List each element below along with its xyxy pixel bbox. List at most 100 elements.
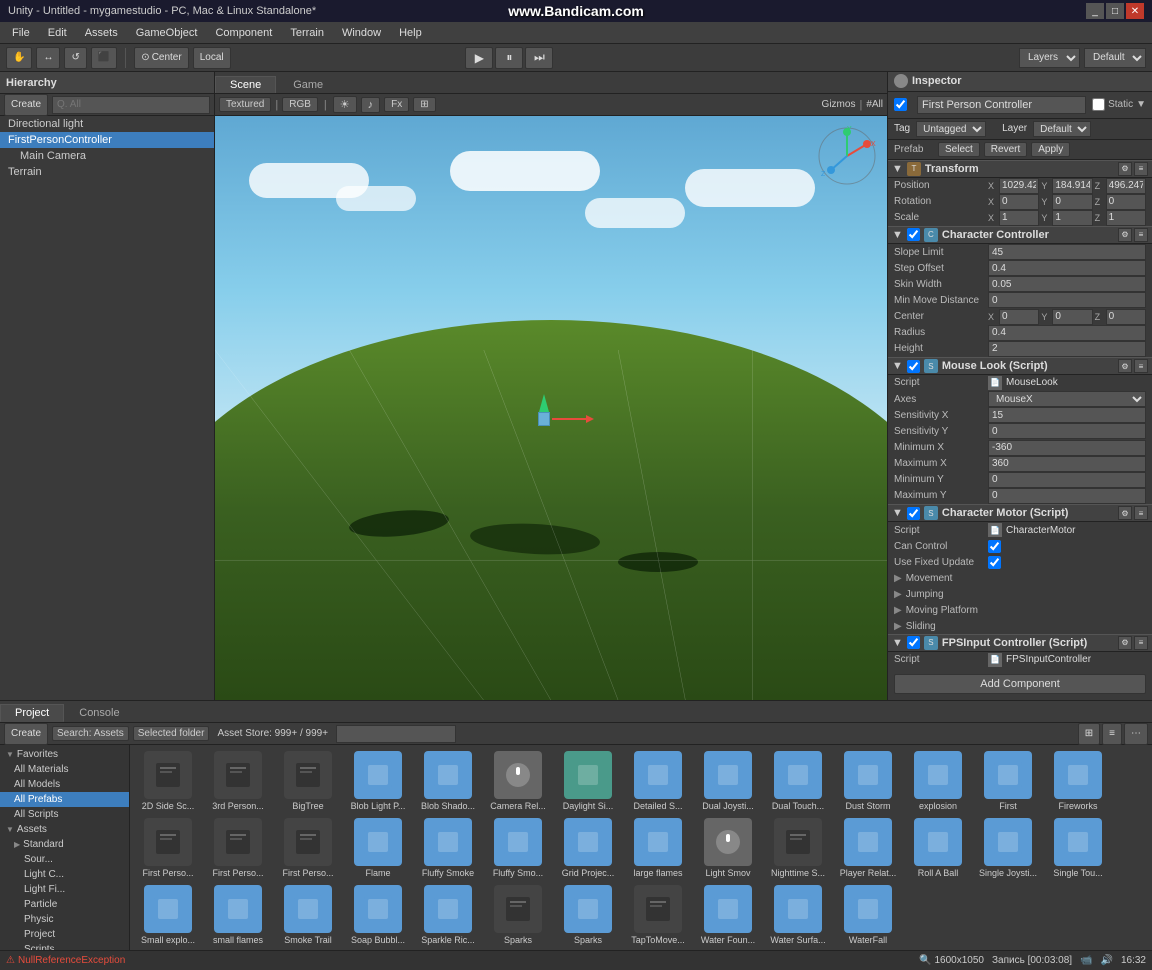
layout-select[interactable]: Default — [1084, 48, 1146, 68]
position-z-input[interactable] — [1106, 178, 1146, 194]
scene-effects-button[interactable]: ☀ — [333, 96, 357, 113]
textured-button[interactable]: Textured — [219, 97, 271, 112]
tab-project[interactable]: Project — [0, 704, 64, 722]
menu-help[interactable]: Help — [391, 25, 430, 41]
asset-item-6[interactable]: Daylight Si... — [554, 749, 622, 814]
char-motor-settings-button[interactable]: ⚙ — [1118, 506, 1132, 520]
menu-assets[interactable]: Assets — [77, 25, 126, 41]
asset-item-37[interactable]: Water Surfa... — [764, 883, 832, 948]
asset-item-2[interactable]: BigTree — [274, 749, 342, 814]
asset-item-8[interactable]: Dual Joysti... — [694, 749, 762, 814]
fps-input-enabled[interactable] — [907, 636, 920, 649]
play-button[interactable]: ▶ — [465, 47, 493, 69]
hierarchy-create-button[interactable]: Create — [4, 94, 48, 116]
sidebar-standard[interactable]: ▶ Standard — [0, 837, 129, 852]
rgb-button[interactable]: RGB — [282, 97, 318, 112]
static-dropdown[interactable]: ▼ — [1136, 99, 1146, 110]
asset-item-30[interactable]: Smoke Trail — [274, 883, 342, 948]
tab-game[interactable]: Game — [278, 76, 338, 93]
moving-platform-row[interactable]: ▶ Moving Platform — [888, 602, 1152, 618]
sidebar-all-scripts[interactable]: All Scripts — [0, 807, 129, 822]
asset-item-0[interactable]: 2D Side Sc... — [134, 749, 202, 814]
asset-item-9[interactable]: Dual Touch... — [764, 749, 832, 814]
sidebar-project[interactable]: Project — [0, 927, 129, 942]
asset-item-22[interactable]: Light Smov — [694, 816, 762, 881]
tag-select[interactable]: Untagged — [916, 121, 986, 137]
project-view-btn-1[interactable]: ⊞ — [1078, 723, 1100, 745]
rotate-tool-button[interactable]: ↺ — [64, 47, 86, 69]
char-controller-menu-button[interactable]: ≡ — [1134, 228, 1148, 242]
asset-item-24[interactable]: Player Relat... — [834, 816, 902, 881]
sidebar-light-c[interactable]: Light C... — [0, 867, 129, 882]
layers-select[interactable]: Layers — [1019, 48, 1080, 68]
height-input[interactable] — [988, 341, 1146, 357]
prefab-select-button[interactable]: Select — [938, 142, 980, 157]
project-create-button[interactable]: Create — [4, 723, 48, 745]
asset-item-18[interactable]: Fluffy Smoke — [414, 816, 482, 881]
hierarchy-item-main-camera[interactable]: Main Camera — [0, 148, 214, 164]
transform-menu-button[interactable]: ≡ — [1134, 162, 1148, 176]
hierarchy-item-fps-controller[interactable]: FirstPersonController — [0, 132, 214, 148]
center-x-input[interactable] — [999, 309, 1039, 325]
scale-tool-button[interactable]: ⬛ — [91, 47, 117, 69]
asset-item-25[interactable]: Roll A Ball — [904, 816, 972, 881]
hierarchy-item-directional-light[interactable]: Directional light — [0, 116, 214, 132]
project-view-btn-2[interactable]: ≡ — [1102, 723, 1122, 745]
asset-item-4[interactable]: Blob Shado... — [414, 749, 482, 814]
pause-button[interactable]: ⏸ — [495, 47, 523, 69]
add-component-button[interactable]: Add Component — [894, 674, 1146, 694]
hierarchy-item-terrain[interactable]: Terrain — [0, 164, 214, 180]
asset-item-10[interactable]: Dust Storm — [834, 749, 902, 814]
hierarchy-search-input[interactable] — [52, 96, 210, 114]
scale-z-input[interactable] — [1106, 210, 1146, 226]
sidebar-favorites[interactable]: ▼ Favorites — [0, 747, 129, 762]
can-control-checkbox[interactable] — [988, 540, 1001, 553]
asset-item-29[interactable]: small flames — [204, 883, 272, 948]
maximize-button[interactable]: □ — [1106, 3, 1124, 19]
skin-width-input[interactable] — [988, 276, 1146, 292]
max-y-input[interactable] — [988, 488, 1146, 504]
minimize-button[interactable]: _ — [1086, 3, 1104, 19]
project-view-btn-3[interactable]: ⋯ — [1124, 723, 1148, 745]
fps-input-menu-button[interactable]: ≡ — [1134, 636, 1148, 650]
transform-settings-button[interactable]: ⚙ — [1118, 162, 1132, 176]
asset-item-15[interactable]: First Perso... — [204, 816, 272, 881]
sidebar-particle[interactable]: Particle — [0, 897, 129, 912]
sliding-row[interactable]: ▶ Sliding — [888, 618, 1152, 634]
asset-item-31[interactable]: Soap Bubbl... — [344, 883, 412, 948]
asset-item-23[interactable]: Nighttime S... — [764, 816, 832, 881]
viewport[interactable]: X Y Z — [215, 116, 887, 700]
asset-item-26[interactable]: Single Joysti... — [974, 816, 1042, 881]
asset-item-7[interactable]: Detailed S... — [624, 749, 692, 814]
asset-item-33[interactable]: Sparks — [484, 883, 552, 948]
rotation-z-input[interactable] — [1106, 194, 1146, 210]
char-motor-enabled[interactable] — [907, 507, 920, 520]
sensitivity-y-input[interactable] — [988, 423, 1146, 439]
pivot-button[interactable]: ⊙ Center — [134, 47, 188, 69]
sidebar-scripts[interactable]: Scripts — [0, 942, 129, 950]
layer-select[interactable]: Default — [1033, 121, 1091, 137]
asset-item-13[interactable]: Fireworks — [1044, 749, 1112, 814]
prefab-apply-button[interactable]: Apply — [1031, 142, 1070, 157]
asset-item-21[interactable]: large flames — [624, 816, 692, 881]
sidebar-all-models[interactable]: All Models — [0, 777, 129, 792]
asset-item-3[interactable]: Blob Light P... — [344, 749, 412, 814]
asset-item-35[interactable]: TapToMove... — [624, 883, 692, 948]
scene-grid-button[interactable]: ⊞ — [413, 97, 435, 112]
asset-item-20[interactable]: Grid Projec... — [554, 816, 622, 881]
fps-input-settings-button[interactable]: ⚙ — [1118, 636, 1132, 650]
sensitivity-x-input[interactable] — [988, 407, 1146, 423]
sidebar-light-fi[interactable]: Light Fi... — [0, 882, 129, 897]
tab-console[interactable]: Console — [64, 704, 134, 722]
sidebar-sources[interactable]: Sour... — [0, 852, 129, 867]
position-y-input[interactable] — [1052, 178, 1092, 194]
char-motor-menu-button[interactable]: ≡ — [1134, 506, 1148, 520]
scene-fx-button[interactable]: Fx — [384, 97, 409, 112]
asset-item-17[interactable]: Flame — [344, 816, 412, 881]
menu-terrain[interactable]: Terrain — [282, 25, 332, 41]
transform-component-header[interactable]: ▼ T Transform ⚙ ≡ — [888, 160, 1152, 178]
min-y-input[interactable] — [988, 472, 1146, 488]
object-active-checkbox[interactable] — [894, 98, 907, 111]
asset-item-11[interactable]: explosion — [904, 749, 972, 814]
hand-tool-button[interactable]: ✋ — [6, 47, 32, 69]
